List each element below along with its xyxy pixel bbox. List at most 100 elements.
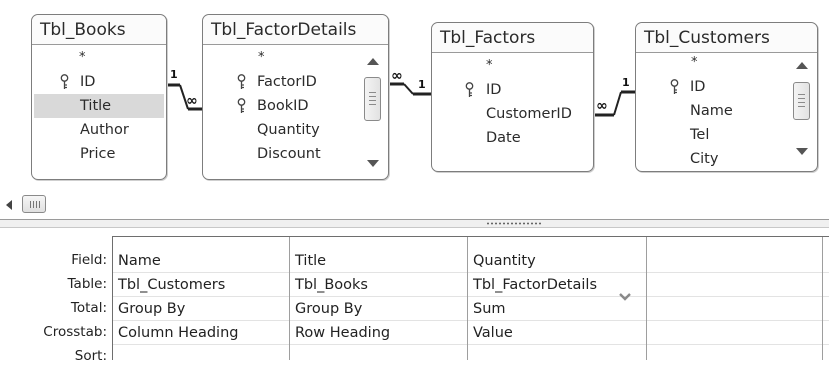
key-icon	[465, 82, 474, 97]
field-row[interactable]: Author	[34, 118, 164, 142]
field-list: * ID CustomerID Date	[432, 54, 593, 169]
sort-cell[interactable]	[468, 345, 646, 369]
field-row[interactable]: BookID	[205, 94, 360, 118]
scrollbar-thumb[interactable]	[364, 77, 381, 121]
field-row[interactable]: ID	[434, 78, 591, 102]
relationship-many-label: ∞	[186, 93, 198, 109]
relationship-one-label: 1	[418, 78, 426, 91]
horizontal-scrollbar-thumb[interactable]	[22, 195, 46, 213]
crosstab-cell[interactable]: Value	[468, 321, 646, 345]
query-design-pane: 1 ∞ ∞ 1 ∞ 1 Tbl_Books * ID Title Author …	[0, 0, 829, 222]
table-cell[interactable]	[647, 273, 822, 297]
key-icon	[237, 98, 246, 113]
field-name: City	[690, 151, 719, 167]
pane-splitter[interactable]	[0, 219, 829, 228]
key-icon	[237, 74, 246, 89]
sort-cell[interactable]	[113, 345, 289, 369]
field-list: * FactorID BookID Quantity Discount	[203, 46, 362, 177]
crosstab-cell[interactable]: Row Heading	[290, 321, 467, 345]
row-label-field: Field:	[71, 252, 107, 268]
field-name: Date	[486, 130, 521, 146]
crosstab-cell[interactable]: Column Heading	[113, 321, 289, 345]
sort-cell[interactable]	[647, 345, 822, 369]
table-title[interactable]: Tbl_Books	[32, 15, 166, 45]
field-row[interactable]: *	[638, 54, 789, 75]
splitter-grip[interactable]	[486, 222, 542, 225]
field-row[interactable]: *	[205, 46, 360, 70]
field-cell[interactable]: Quantity	[468, 249, 646, 273]
field-name: ID	[690, 79, 706, 95]
field-row[interactable]: Quantity	[205, 118, 360, 142]
field-list: * ID Name Tel City	[636, 54, 791, 169]
scroll-up-arrow-icon[interactable]	[796, 62, 808, 69]
field-row[interactable]: *	[34, 46, 164, 70]
table-box-customers[interactable]: Tbl_Customers * ID Name Tel City	[635, 22, 818, 172]
scroll-left-arrow-icon[interactable]	[6, 200, 12, 210]
relationship-many-label: ∞	[596, 98, 608, 114]
row-label-crosstab: Crosstab:	[43, 324, 107, 340]
total-cell[interactable]: Group By	[290, 297, 467, 321]
table-box-factors[interactable]: Tbl_Factors * ID CustomerID Date	[431, 22, 594, 172]
table-title[interactable]: Tbl_Factors	[432, 23, 593, 53]
grid-column[interactable]: Quantity Tbl_FactorDetails Sum Value	[468, 237, 647, 360]
table-cell[interactable]: Tbl_Books	[290, 273, 467, 297]
grid-column[interactable]: Title Tbl_Books Group By Row Heading	[290, 237, 468, 360]
total-cell[interactable]	[647, 297, 822, 321]
scroll-up-arrow-icon[interactable]	[367, 58, 379, 65]
field-name: *	[258, 50, 265, 65]
table-title[interactable]: Tbl_FactorDetails	[203, 15, 388, 45]
field-cell[interactable]: Name	[113, 249, 289, 273]
scroll-down-arrow-icon[interactable]	[796, 148, 808, 155]
table-box-factordetails[interactable]: Tbl_FactorDetails * FactorID BookID Quan…	[202, 14, 389, 180]
field-name: Price	[80, 146, 116, 162]
field-name: *	[691, 55, 698, 70]
field-name: Name	[690, 103, 733, 119]
table-title[interactable]: Tbl_Customers	[636, 23, 817, 53]
field-list-scrollbar[interactable]	[361, 46, 385, 177]
key-icon	[670, 79, 679, 94]
table-cell[interactable]: Tbl_Customers	[113, 273, 289, 297]
total-dropdown-button[interactable]	[609, 287, 641, 306]
grid-columns: Name Tbl_Customers Group By Column Headi…	[112, 236, 829, 360]
query-design-grid: Field: Table: Total: Crosstab: Sort: Nam…	[0, 229, 829, 364]
sort-cell[interactable]	[290, 345, 467, 369]
field-name: ID	[486, 82, 502, 98]
field-row[interactable]: FactorID	[205, 70, 360, 94]
field-row[interactable]: City	[638, 147, 789, 169]
relationship-many-label: ∞	[391, 68, 403, 84]
field-name: Title	[80, 98, 112, 114]
field-row[interactable]: Discount	[205, 142, 360, 166]
field-name: Author	[80, 122, 129, 138]
field-name: Quantity	[257, 122, 320, 138]
field-row[interactable]: ID	[638, 75, 789, 99]
field-row[interactable]: Tel	[638, 123, 789, 147]
crosstab-cell[interactable]	[647, 321, 822, 345]
field-name: CustomerID	[486, 106, 572, 122]
field-row[interactable]: ID	[34, 70, 164, 94]
field-name: BookID	[257, 98, 309, 114]
total-cell[interactable]: Sum	[468, 297, 610, 321]
field-name: *	[79, 50, 86, 65]
field-row[interactable]: Price	[34, 142, 164, 166]
relationship-one-label: 1	[622, 76, 630, 89]
grid-column[interactable]	[647, 237, 823, 360]
field-list-scrollbar[interactable]	[790, 54, 814, 169]
grid-column[interactable]: Name Tbl_Customers Group By Column Headi…	[113, 237, 290, 360]
field-name: Discount	[257, 146, 321, 162]
total-cell[interactable]: Group By	[113, 297, 289, 321]
scroll-down-arrow-icon[interactable]	[367, 160, 379, 167]
field-name: FactorID	[257, 74, 317, 90]
field-list: * ID Title Author Price	[32, 46, 166, 177]
field-row[interactable]: Date	[434, 126, 591, 150]
key-icon	[60, 74, 69, 89]
field-cell[interactable]	[647, 249, 822, 273]
table-box-books[interactable]: Tbl_Books * ID Title Author Price	[31, 14, 167, 180]
field-row[interactable]: CustomerID	[434, 102, 591, 126]
field-row-selected[interactable]: Title	[34, 94, 164, 118]
relationship-one-label: 1	[170, 68, 178, 81]
field-row[interactable]: Name	[638, 99, 789, 123]
field-name: Tel	[690, 127, 710, 143]
field-row[interactable]: *	[434, 54, 591, 78]
field-cell[interactable]: Title	[290, 249, 467, 273]
scrollbar-thumb[interactable]	[793, 82, 810, 120]
